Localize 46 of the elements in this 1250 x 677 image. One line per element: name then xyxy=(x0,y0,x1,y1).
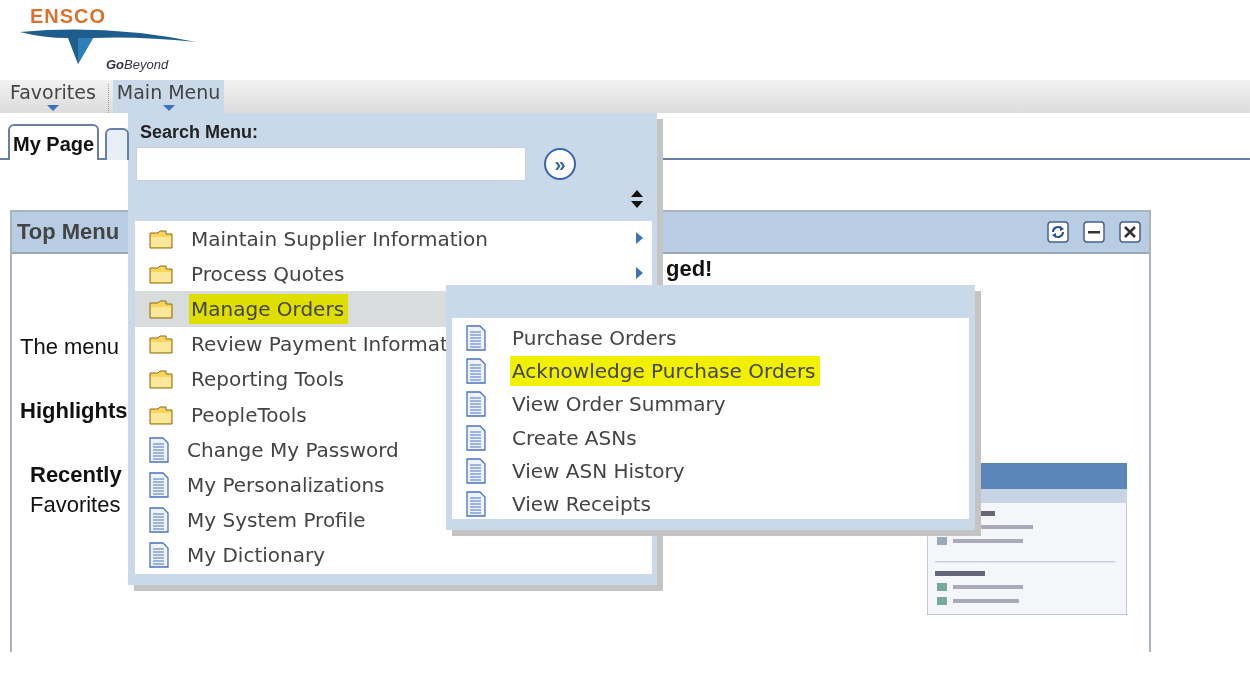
menu-item[interactable]: View Receipts xyxy=(452,487,969,521)
folder-icon xyxy=(149,369,173,390)
document-icon xyxy=(149,471,169,498)
folder-icon xyxy=(149,228,173,249)
menu-item[interactable]: Maintain Supplier Information xyxy=(135,221,652,257)
menu-item[interactable]: View ASN History xyxy=(452,454,969,488)
refresh-icon xyxy=(1047,221,1069,243)
document-icon xyxy=(149,507,169,534)
tab[interactable]: My Page xyxy=(8,124,100,160)
logo-wordmark: ENSCO xyxy=(30,5,107,28)
portlet-title: Top Menu xyxy=(17,219,120,245)
folder-icon xyxy=(149,404,173,425)
section-heading: Highlights xyxy=(20,398,128,424)
folder-icon xyxy=(149,263,173,284)
page-heading: ged! xyxy=(666,256,713,282)
search-field[interactable] xyxy=(136,147,526,181)
tab[interactable] xyxy=(105,128,130,160)
menu-item[interactable]: Process Quotes xyxy=(135,256,652,292)
document-icon xyxy=(466,491,486,518)
document-icon xyxy=(466,357,486,384)
document-icon xyxy=(466,457,486,484)
menu-bar-item[interactable]: Favorites xyxy=(0,80,104,113)
close-icon xyxy=(1119,221,1141,243)
document-icon xyxy=(149,542,169,569)
document-icon xyxy=(466,391,486,418)
folder-icon xyxy=(149,298,173,319)
menu-bar-item[interactable]: Main Menu xyxy=(112,80,225,113)
go-button[interactable]: » xyxy=(544,148,576,180)
minimize-icon xyxy=(1083,221,1105,243)
submenu-arrow-icon xyxy=(636,232,643,244)
search-menu-label: Search Menu: xyxy=(139,121,260,143)
section-heading: Recently xyxy=(30,462,122,488)
dropdown-triangle-icon xyxy=(162,105,175,111)
sort-icon xyxy=(631,190,643,208)
menu-item[interactable]: View Order Summary xyxy=(452,387,969,421)
logo-tagline: GoBeyond xyxy=(106,57,169,72)
body-text: Favorites xyxy=(30,492,121,518)
menu-item[interactable]: Create ASNs xyxy=(452,420,969,455)
submenu-arrow-icon xyxy=(636,267,643,280)
document-icon xyxy=(149,436,169,463)
document-icon xyxy=(466,424,486,451)
dropdown-triangle-icon xyxy=(46,105,59,111)
folder-icon xyxy=(149,334,173,355)
menu-item[interactable]: My Dictionary xyxy=(135,537,652,573)
document-icon xyxy=(466,324,486,351)
body-text: The menu xyxy=(20,334,120,360)
